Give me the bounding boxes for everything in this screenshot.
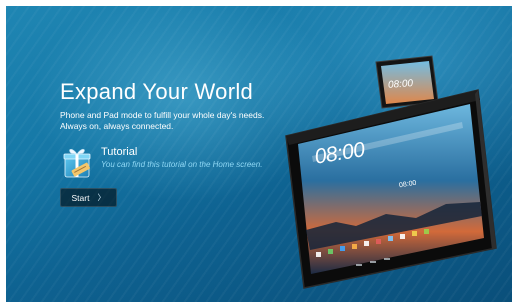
start-button-label: Start — [71, 192, 90, 203]
gift-tutorial-icon — [63, 149, 91, 178]
chevron-right-icon: 〉 — [97, 193, 106, 202]
tutorial-title: Tutorial — [101, 146, 138, 158]
start-button[interactable]: Start 〉 — [60, 188, 117, 207]
phone-clock: 08:00 — [387, 78, 414, 91]
welcome-screen: Expand Your World Phone and Pad mode to … — [6, 6, 512, 302]
padfone-device-image — [285, 55, 497, 289]
page-title: Expand Your World — [60, 79, 254, 104]
